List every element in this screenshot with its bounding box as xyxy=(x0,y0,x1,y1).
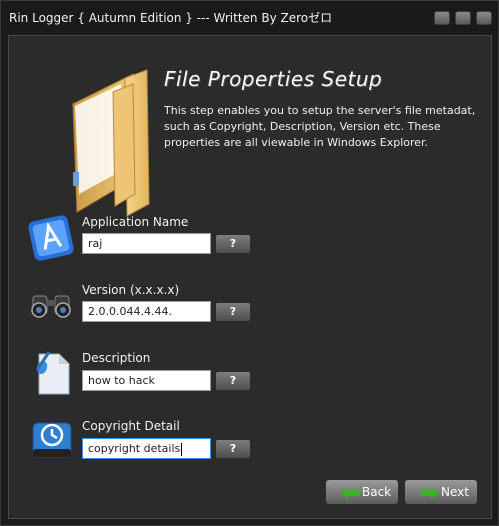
arrow-left-icon xyxy=(340,487,360,499)
application-name-help-button[interactable]: ? xyxy=(215,234,251,254)
wizard-panel: File Properties Setup This step enables … xyxy=(8,35,492,519)
description-help-button[interactable]: ? xyxy=(215,371,251,391)
next-label: Next xyxy=(441,485,469,499)
back-button[interactable]: Back xyxy=(325,479,399,505)
description-label: Description xyxy=(82,351,151,365)
window-title: Rin Logger { Autumn Edition } --- Writte… xyxy=(9,11,333,25)
page-description: This step enables you to setup the serve… xyxy=(164,104,476,149)
folder-icon xyxy=(72,69,150,217)
binoculars-icon xyxy=(31,295,71,318)
back-label: Back xyxy=(362,485,392,499)
document-icon xyxy=(35,351,70,395)
application-name-label: Application Name xyxy=(82,215,189,229)
text-caret xyxy=(181,442,183,456)
copyright-detail-help-button[interactable]: ? xyxy=(215,439,251,459)
maximize-button[interactable] xyxy=(455,11,471,25)
app-window: Rin Logger { Autumn Edition } --- Writte… xyxy=(0,0,499,526)
time-machine-drive-icon xyxy=(32,422,72,458)
version-input[interactable]: 2.0.0.044.4.44. xyxy=(82,301,211,322)
app-store-icon xyxy=(28,215,74,261)
copyright-detail-input[interactable]: copyright details xyxy=(82,438,211,459)
arrow-right-icon xyxy=(419,487,439,499)
minimize-button[interactable] xyxy=(434,11,450,25)
version-help-button[interactable]: ? xyxy=(215,302,251,322)
title-bar[interactable]: Rin Logger { Autumn Edition } --- Writte… xyxy=(1,1,498,31)
version-label: Version (x.x.x.x) xyxy=(82,283,180,297)
copyright-detail-value: copyright details xyxy=(88,442,181,455)
close-button[interactable] xyxy=(476,11,492,25)
copyright-detail-label: Copyright Detail xyxy=(82,419,180,433)
application-name-input[interactable]: raj xyxy=(82,233,211,254)
description-input[interactable]: how to hack xyxy=(82,370,211,391)
page-title: File Properties Setup xyxy=(164,67,383,91)
next-button[interactable]: Next xyxy=(404,479,478,505)
